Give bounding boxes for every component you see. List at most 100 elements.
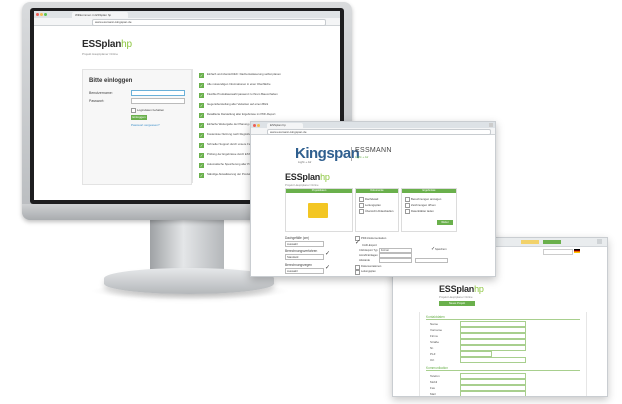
feature-item: ✓ Detaillierte Darstellung aller Ergebnis… [199,112,276,118]
check-icon: ✓ [199,133,204,138]
feature-item: ✓ Alle notwendigen Informationen in einer… [199,82,271,88]
check-icon: ✓ [199,143,204,148]
toolbar-highlight [521,240,539,244]
field-label: Straße [430,340,440,344]
result-item[interactable]: Berechnungen anzeigen [411,197,441,201]
pdf-label: PDF-Dokumentation [361,236,387,240]
result-item[interactable]: Datenblätter laden [411,209,434,213]
logo-divider [351,147,352,161]
list-item: Leitungsplan [361,270,376,273]
field-label: Nr. [430,346,434,350]
logo-main: ESSplan [82,39,122,50]
result-icon[interactable] [405,209,410,214]
field-label: Mail [430,392,436,396]
tab-bar: Willkommen in ESSplan hp [34,11,340,18]
panel-header: Dokumente [356,189,398,193]
check-icon: ✓ [199,93,204,98]
field-label: Telefon [430,374,440,378]
close-window-icon[interactable] [36,13,39,16]
result-item[interactable]: Zeichnungen öffnen [411,203,436,207]
document-item[interactable]: Leitungsplan [365,203,381,207]
field-label: Ort [430,358,435,362]
panel-project: Projektdaten [285,188,353,232]
url-field[interactable]: www.essmann-kingspan.de [92,19,326,26]
field-label: Vorname [430,328,443,332]
address-bar: www.essmann-kingspan.de [34,18,340,26]
rain-select[interactable]: Auswahl [285,268,324,274]
list-checkbox[interactable] [355,270,360,275]
document-item[interactable]: Übersicht Ablaufstellen [365,209,393,213]
minimize-window-icon[interactable] [257,123,260,127]
field-label: CAD-Export Typ [359,249,378,252]
field-label: Berechnungsregen [285,263,312,267]
spacing-input-2[interactable] [415,258,448,263]
field-label: Name [430,322,439,326]
new-project-button[interactable]: Neues Projekt [439,301,475,306]
kingspan-tagline: Light + Air [298,160,312,164]
check-icon: ✓ [199,73,204,78]
essmann-logo: ESSMANN [355,147,392,154]
remember-label: Logindaten behalten [137,108,165,112]
field-label: Berechnungsverfahren [285,249,318,253]
method-select[interactable]: Standard [285,254,324,260]
document-icon[interactable] [359,197,364,202]
check-icon: ✓ [199,163,204,168]
divider [426,370,580,371]
logo-hp: hp [474,284,484,294]
logo-subtitle: Projekt Hauptplaner Online [82,52,119,56]
browser-window-project: ESSplan hp www.essmann-kingspan.de Kings… [250,121,496,277]
city-input[interactable] [460,357,526,363]
url-field[interactable]: www.essmann-kingspan.de [267,129,491,135]
remember-checkbox[interactable] [131,108,136,113]
minimize-window-icon[interactable] [40,13,43,16]
login-title: Bitte einloggen [89,78,133,84]
logo-hp: hp [121,39,132,50]
roof-slope-select[interactable]: Auswahl [285,241,324,247]
close-icon[interactable] [597,239,602,244]
field-label: Dachgefälle (cm) [285,236,310,240]
spacing-input[interactable] [379,258,412,263]
field-label: Anzahl Einlagen [359,254,378,257]
panel-documents: Dokumente Dachdetail Leitungsplan Übersi… [355,188,399,232]
panel-header: Projektdaten [286,189,352,193]
document-item[interactable]: Dachdetail [365,197,378,201]
cad-label: CAD-Export [362,243,377,247]
panel-results: Ergebnisse Berechnungen anzeigen Zeichnu… [401,188,457,232]
check-icon: ✓ [199,123,204,128]
logo-main: ESSplan [439,284,475,294]
result-icon[interactable] [405,197,410,202]
monitor-stand [104,268,274,294]
toolbar-button[interactable] [543,240,561,244]
check-icon: ✓ [199,153,204,158]
close-window-icon[interactable] [253,123,256,127]
save-label[interactable]: Speichern [435,248,447,251]
check-icon: ✓ [325,251,331,257]
essmann-tagline: Light + Air [355,155,369,159]
form-area: Kontaktdaten Name Vorname Firma Straße N… [419,312,587,396]
essplan-logo: ESSplanhp [285,172,330,182]
password-input[interactable] [131,98,185,104]
maximize-window-icon[interactable] [44,13,47,16]
folder-icon[interactable] [308,203,328,218]
feature-item: ✓ Flexible Produktauswahl passend zu Ihre… [199,92,278,98]
document-icon[interactable] [359,209,364,214]
forgot-password-link[interactable]: Passwort vergessen? [131,123,160,127]
login-field[interactable] [543,249,573,255]
feature-item: ✓ Einfach und übersichtlich: Dachentwässe… [199,72,281,78]
check-icon: ✓ [199,83,204,88]
field-label: Firma [430,334,438,338]
next-button[interactable]: Weiter [437,220,453,225]
field-label: Abstände [359,259,370,262]
login-panel: Bitte einloggen Benutzername: Passwort: … [82,69,192,185]
login-button[interactable]: Einloggen [131,115,147,120]
result-icon[interactable] [405,203,410,208]
mail-input[interactable] [460,391,526,396]
document-icon[interactable] [359,203,364,208]
password-label: Passwort: [89,99,105,103]
german-flag-icon[interactable] [574,249,580,253]
username-input[interactable] [131,90,185,96]
close-icon[interactable] [489,123,493,127]
logo-hp: hp [320,172,330,182]
check-icon: ✓ [325,265,331,271]
logo-main: ESSplan [285,172,321,182]
